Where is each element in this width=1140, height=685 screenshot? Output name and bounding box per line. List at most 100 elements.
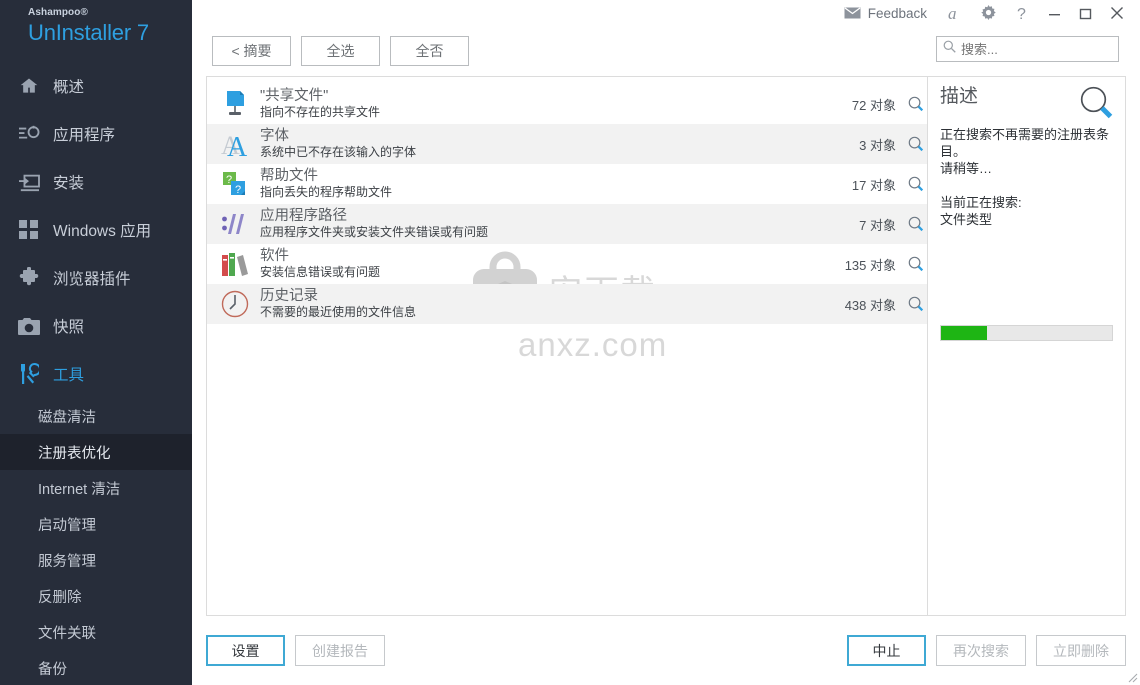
help-icon[interactable]: ? <box>1005 0 1039 26</box>
svg-text:a: a <box>948 5 957 22</box>
sidebar-subitem-registry-optimizer[interactable]: 注册表优化 <box>0 434 192 470</box>
sidebar-item-applications[interactable]: 应用程序 <box>0 110 192 158</box>
footer-right-group: 中止 再次搜索 立即删除 <box>847 635 1126 666</box>
feedback-button[interactable]: Feedback <box>834 0 937 26</box>
abort-button[interactable]: 中止 <box>847 635 926 666</box>
brand-logo: Ashampoo® UnInstaller 7 <box>0 0 192 62</box>
sidebar-subitem-backup[interactable]: 备份 <box>0 650 192 685</box>
table-row[interactable]: "共享文件" 指向不存在的共享文件 72 对象 <box>207 84 927 124</box>
sidebar-item-label: 浏览器插件 <box>53 271 131 288</box>
row-magnifier-icon[interactable] <box>905 296 927 312</box>
row-title: 软件 <box>260 248 289 265</box>
gear-icon[interactable] <box>971 0 1005 26</box>
search-input[interactable] <box>961 41 1106 57</box>
table-row[interactable]: 历史记录 不需要的最近使用的文件信息 438 对象 <box>207 284 927 324</box>
sidebar-subitem-label: Internet 清洁 <box>38 481 121 498</box>
sidebar-item-install[interactable]: 安装 <box>0 158 192 206</box>
camera-icon <box>14 313 44 339</box>
close-button[interactable] <box>1101 0 1132 26</box>
row-magnifier-icon[interactable] <box>905 216 927 232</box>
shared-file-icon <box>218 88 252 120</box>
svg-text:?: ? <box>235 184 241 196</box>
watermark-text-url: anxz.com <box>518 326 668 363</box>
row-text: 软件 安装信息错误或有问题 <box>260 248 845 280</box>
row-title: 字体 <box>260 128 289 145</box>
svg-text:A: A <box>227 132 248 158</box>
row-text: "共享文件" 指向不存在的共享文件 <box>260 88 852 120</box>
sidebar-item-windows-apps[interactable]: Windows 应用 <box>0 206 192 254</box>
row-magnifier-icon[interactable] <box>905 256 927 272</box>
install-icon <box>14 169 44 195</box>
row-subtitle: 应用程序文件夹或安装文件夹错误或有问题 <box>260 225 489 240</box>
sidebar-item-label: 工具 <box>53 367 85 384</box>
minimize-button[interactable] <box>1039 0 1070 26</box>
sidebar: Ashampoo® UnInstaller 7 概述 应用程序 安装 Windo… <box>0 0 192 685</box>
footer-bar: 设置 创建报告 中止 再次搜索 立即删除 <box>192 616 1140 685</box>
sidebar-subitem-startup-manager[interactable]: 启动管理 <box>0 506 192 542</box>
description-body: 正在搜索不再需要的注册表条目。 请稍等… <box>940 127 1110 176</box>
select-all-button[interactable]: 全选 <box>301 36 380 66</box>
description-panel: 描述 正在搜索不再需要的注册表条目。 请稍等… 当前正在搜索: 文件类型 <box>928 77 1125 615</box>
sidebar-subitem-internet-cleaner[interactable]: Internet 清洁 <box>0 470 192 506</box>
delete-now-button[interactable]: 立即删除 <box>1036 635 1126 666</box>
tools-icon <box>14 361 44 387</box>
sidebar-subitem-label: 磁盘清洁 <box>38 409 96 426</box>
row-title: 帮助文件 <box>260 168 318 185</box>
sidebar-subitem-service-manager[interactable]: 服务管理 <box>0 542 192 578</box>
history-icon <box>218 288 252 320</box>
table-row[interactable]: ? ? 帮助文件 指向丢失的程序帮助文件 17 对象 <box>207 164 927 204</box>
create-report-button[interactable]: 创建报告 <box>295 635 385 666</box>
sidebar-subitem-disk-cleaner[interactable]: 磁盘清洁 <box>0 398 192 434</box>
row-text: 字体 系统中已不存在该输入的字体 <box>260 128 859 160</box>
search-again-button[interactable]: 再次搜索 <box>936 635 1026 666</box>
sidebar-subitem-undeleter[interactable]: 反删除 <box>0 578 192 614</box>
search-icon <box>943 40 956 58</box>
row-magnifier-icon[interactable] <box>905 176 927 192</box>
row-subtitle: 指向不存在的共享文件 <box>260 105 381 120</box>
sidebar-subitem-label: 启动管理 <box>38 517 96 534</box>
row-title: 应用程序路径 <box>260 208 347 225</box>
sidebar-item-browser-plugins[interactable]: 浏览器插件 <box>0 254 192 302</box>
magnifier-large-icon <box>1079 85 1113 124</box>
content-panel: "共享文件" 指向不存在的共享文件 72 对象 A A 字体 系统中已不存在该输… <box>206 76 1126 616</box>
row-count: 72 对象 <box>851 97 896 113</box>
sidebar-item-label: 快照 <box>53 319 85 336</box>
sidebar-subitem-label: 备份 <box>38 661 67 678</box>
sidebar-subitem-label: 服务管理 <box>38 553 96 570</box>
select-none-button[interactable]: 全否 <box>390 36 469 66</box>
sidebar-item-label: 应用程序 <box>53 127 116 144</box>
summary-button[interactable]: < 摘要 <box>212 36 291 66</box>
row-subtitle: 安装信息错误或有问题 <box>260 265 381 280</box>
row-text: 历史记录 不需要的最近使用的文件信息 <box>260 288 845 319</box>
row-title: 历史记录 <box>260 288 318 305</box>
row-count: 3 对象 <box>859 137 896 153</box>
table-row[interactable]: 软件 安装信息错误或有问题 135 对象 <box>207 244 927 284</box>
toolbar: < 摘要 全选 全否 <box>192 26 1140 76</box>
description-title: 描述 <box>940 86 979 107</box>
row-magnifier-icon[interactable] <box>905 136 927 152</box>
row-title: "共享文件" <box>260 88 329 105</box>
sidebar-subitem-file-associations[interactable]: 文件关联 <box>0 614 192 650</box>
settings-button[interactable]: 设置 <box>206 635 285 666</box>
ashampoo-a-icon[interactable]: a <box>937 0 971 26</box>
maximize-button[interactable] <box>1070 0 1101 26</box>
brand-superscript: Ashampoo® <box>28 7 88 18</box>
apps-icon <box>14 121 44 147</box>
sidebar-item-overview[interactable]: 概述 <box>0 62 192 110</box>
scan-progress-fill <box>941 326 988 340</box>
sidebar-item-snapshots[interactable]: 快照 <box>0 302 192 350</box>
row-text: 帮助文件 指向丢失的程序帮助文件 <box>260 168 852 199</box>
help-file-icon: ? ? <box>218 168 252 200</box>
row-subtitle: 系统中已不存在该输入的字体 <box>260 145 417 160</box>
row-count: 7 对象 <box>859 217 896 233</box>
feedback-label: Feedback <box>867 5 927 21</box>
row-magnifier-icon[interactable] <box>905 96 927 112</box>
svg-text:?: ? <box>1017 6 1026 22</box>
resize-grip[interactable] <box>1125 670 1138 683</box>
sidebar-item-label: Windows 应用 <box>53 223 152 240</box>
sidebar-item-tools[interactable]: 工具 <box>0 350 192 398</box>
search-box[interactable] <box>936 36 1119 62</box>
table-row[interactable]: A A 字体 系统中已不存在该输入的字体 3 对象 <box>207 124 927 164</box>
table-row[interactable]: 应用程序路径 应用程序文件夹或安装文件夹错误或有问题 7 对象 <box>207 204 927 244</box>
row-text: 应用程序路径 应用程序文件夹或安装文件夹错误或有问题 <box>260 208 859 240</box>
